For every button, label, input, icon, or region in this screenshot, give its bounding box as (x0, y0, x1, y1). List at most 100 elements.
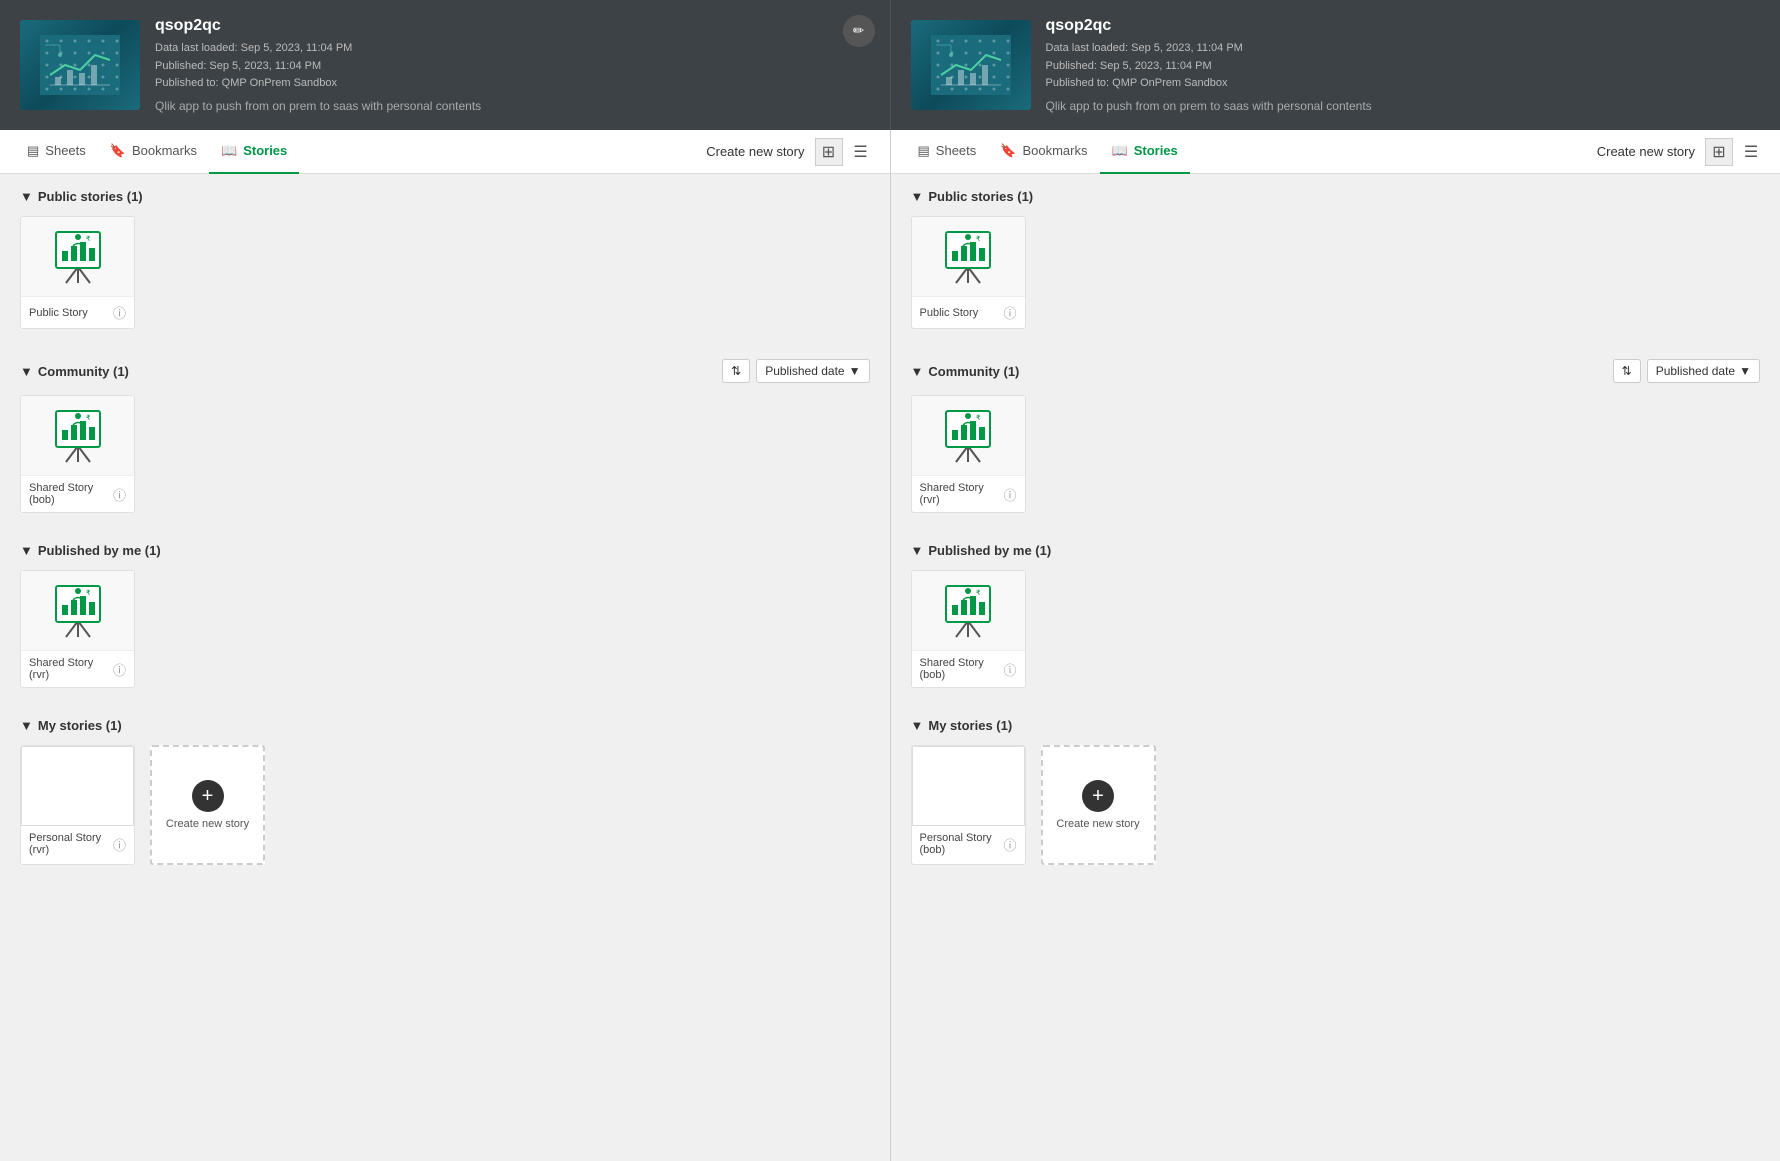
svg-text:₹: ₹ (86, 589, 91, 597)
section-title[interactable]: ▼My stories (1) (20, 718, 122, 733)
edit-icon: ✏ (853, 23, 864, 39)
info-icon[interactable]: ⓘ (113, 303, 126, 322)
story-grid: ₹ Shared Story (rvr) ⓘ (911, 395, 1761, 513)
tab-label: Stories (1134, 143, 1178, 158)
section-my-right: ▼My stories (1) Personal Story (bob) ⓘ +… (891, 703, 1780, 880)
story-card[interactable]: ₹ Shared Story (bob) ⓘ (911, 570, 1026, 688)
create-story-btn-left[interactable]: Create new story (706, 144, 804, 159)
section-public-left: ▼Public stories (1) ₹ Public Story ⓘ (0, 174, 890, 344)
chevron-down-icon: ▼ (911, 543, 924, 558)
view-toggle-right: ⊞ ☰ (1705, 138, 1765, 166)
tab-sheets-left[interactable]: ▤Sheets (15, 130, 98, 174)
story-grid: Personal Story (rvr) ⓘ + Create new stor… (20, 745, 870, 865)
section-title[interactable]: ▼Community (1) (911, 364, 1020, 379)
tab-bar-right: ▤Sheets🔖Bookmarks📖Stories Create new stor… (891, 130, 1780, 174)
story-card-thumbnail (912, 746, 1025, 826)
app-name-left: qsop2qc (155, 17, 481, 35)
section-title-text: Published by me (1) (928, 543, 1051, 558)
svg-text:₹: ₹ (976, 235, 981, 243)
info-icon[interactable]: ⓘ (1003, 485, 1016, 504)
info-icon[interactable]: ⓘ (113, 835, 126, 854)
chevron-down-icon: ▼ (1739, 364, 1751, 378)
chevron-down-icon: ▼ (911, 189, 924, 204)
story-grid: ₹ Shared Story (bob) ⓘ (911, 570, 1761, 688)
tab-icon-bookmarks: 🔖 (110, 143, 126, 159)
list-view-btn-left[interactable]: ☰ (847, 138, 875, 166)
svg-text:₹: ₹ (86, 235, 91, 243)
section-title[interactable]: ▼My stories (1) (911, 718, 1013, 733)
tab-label: Sheets (936, 143, 976, 158)
sort-order-btn[interactable]: ⇅ (1613, 359, 1641, 383)
grid-view-btn-left[interactable]: ⊞ (815, 138, 843, 166)
list-view-btn-right[interactable]: ☰ (1737, 138, 1765, 166)
tab-stories-right[interactable]: 📖Stories (1100, 130, 1190, 174)
info-icon[interactable]: ⓘ (113, 485, 126, 504)
app-desc-right: Qlik app to push from on prem to saas wi… (1046, 99, 1372, 113)
section-published-left: ▼Published by me (1) ₹ Shared Story (rvr… (0, 528, 890, 703)
section-header: ▼My stories (1) (911, 718, 1761, 733)
section-title[interactable]: ▼ Public stories (1) (911, 189, 1034, 204)
section-title-text: Public stories (1) (928, 189, 1033, 204)
story-card-thumbnail (21, 746, 134, 826)
grid-icon: ⊞ (822, 142, 835, 162)
sort-order-btn[interactable]: ⇅ (722, 359, 750, 383)
create-story-card[interactable]: + Create new story (150, 745, 265, 865)
section-header: ▼Community (1) ⇅ Published date ▼ (20, 359, 870, 383)
story-card[interactable]: Personal Story (bob) ⓘ (911, 745, 1026, 865)
app-thumbnail-left (20, 20, 140, 110)
section-title-text: Community (1) (928, 364, 1019, 379)
sort-date-btn[interactable]: Published date ▼ (1647, 359, 1760, 383)
story-card-footer: Shared Story (bob) ⓘ (912, 651, 1025, 687)
grid-view-btn-right[interactable]: ⊞ (1705, 138, 1733, 166)
section-header: ▼My stories (1) (20, 718, 870, 733)
story-card[interactable]: ₹ Shared Story (rvr) ⓘ (911, 395, 1026, 513)
story-card-thumbnail: ₹ (912, 396, 1025, 476)
app-desc-left: Qlik app to push from on prem to saas wi… (155, 99, 481, 113)
content-area: ▤Sheets 🔖 Bookmarks 📖Stories Create new stor… (0, 130, 1780, 1161)
tab-sheets-right[interactable]: ▤Sheets (906, 130, 989, 174)
story-card[interactable]: ₹ Public Story ⓘ (20, 216, 135, 329)
grid-icon: ⊞ (1712, 142, 1725, 162)
story-card-label: Shared Story (rvr) (920, 482, 1004, 506)
story-card-thumbnail: ₹ (21, 571, 134, 651)
story-card-footer: Shared Story (rvr) ⓘ (21, 651, 134, 687)
story-card[interactable]: ₹ Shared Story (rvr) ⓘ (20, 570, 135, 688)
edit-button[interactable]: ✏ (843, 15, 875, 47)
tab-label: Sheets (45, 143, 85, 158)
story-card-footer: Shared Story (rvr) ⓘ (912, 476, 1025, 512)
story-card-label: Shared Story (rvr) (29, 657, 113, 681)
section-title[interactable]: ▼ Published by me (1) (911, 543, 1052, 558)
section-title[interactable]: ▼Published by me (1) (20, 543, 161, 558)
story-card[interactable]: Personal Story (rvr) ⓘ (20, 745, 135, 865)
tab-bookmarks-right[interactable]: 🔖Bookmarks (988, 130, 1099, 174)
tab-bookmarks-left[interactable]: 🔖 Bookmarks (98, 130, 209, 174)
create-story-card[interactable]: + Create new story (1041, 745, 1156, 865)
section-title[interactable]: ▼Community (1) (20, 364, 129, 379)
view-toggle-left: ⊞ ☰ (815, 138, 875, 166)
sort-date-btn[interactable]: Published date ▼ (756, 359, 869, 383)
create-story-btn-right[interactable]: Create new story (1597, 144, 1695, 159)
chevron-down-icon: ▼ (20, 543, 33, 558)
info-icon[interactable]: ⓘ (1003, 660, 1016, 679)
create-story-card-label: Create new story (166, 818, 249, 830)
svg-text:₹: ₹ (976, 414, 981, 422)
tab-label: Bookmarks (132, 143, 197, 158)
section-header: ▼Published by me (1) (20, 543, 870, 558)
create-story-label: Create new story (1597, 144, 1695, 159)
story-card[interactable]: ₹ Public Story ⓘ (911, 216, 1026, 329)
story-card-thumbnail: ₹ (912, 217, 1025, 297)
story-card[interactable]: ₹ Shared Story (bob) ⓘ (20, 395, 135, 513)
info-icon[interactable]: ⓘ (1003, 303, 1016, 322)
app-name-right: qsop2qc (1046, 17, 1372, 35)
tab-stories-left[interactable]: 📖Stories (209, 130, 299, 174)
section-header: ▼ Public stories (1) (911, 189, 1761, 204)
tab-icon-bookmarks: 🔖 (1000, 143, 1016, 159)
section-title[interactable]: ▼Public stories (1) (20, 189, 143, 204)
section-community-left: ▼Community (1) ⇅ Published date ▼ ₹ Shar… (0, 344, 890, 528)
svg-text:₹: ₹ (976, 589, 981, 597)
app-meta-left: Data last loaded: Sep 5, 2023, 11:04 PM … (155, 40, 481, 93)
story-card-footer: Personal Story (bob) ⓘ (912, 826, 1025, 862)
story-card-label: Personal Story (rvr) (29, 832, 113, 856)
info-icon[interactable]: ⓘ (113, 660, 126, 679)
info-icon[interactable]: ⓘ (1003, 835, 1016, 854)
